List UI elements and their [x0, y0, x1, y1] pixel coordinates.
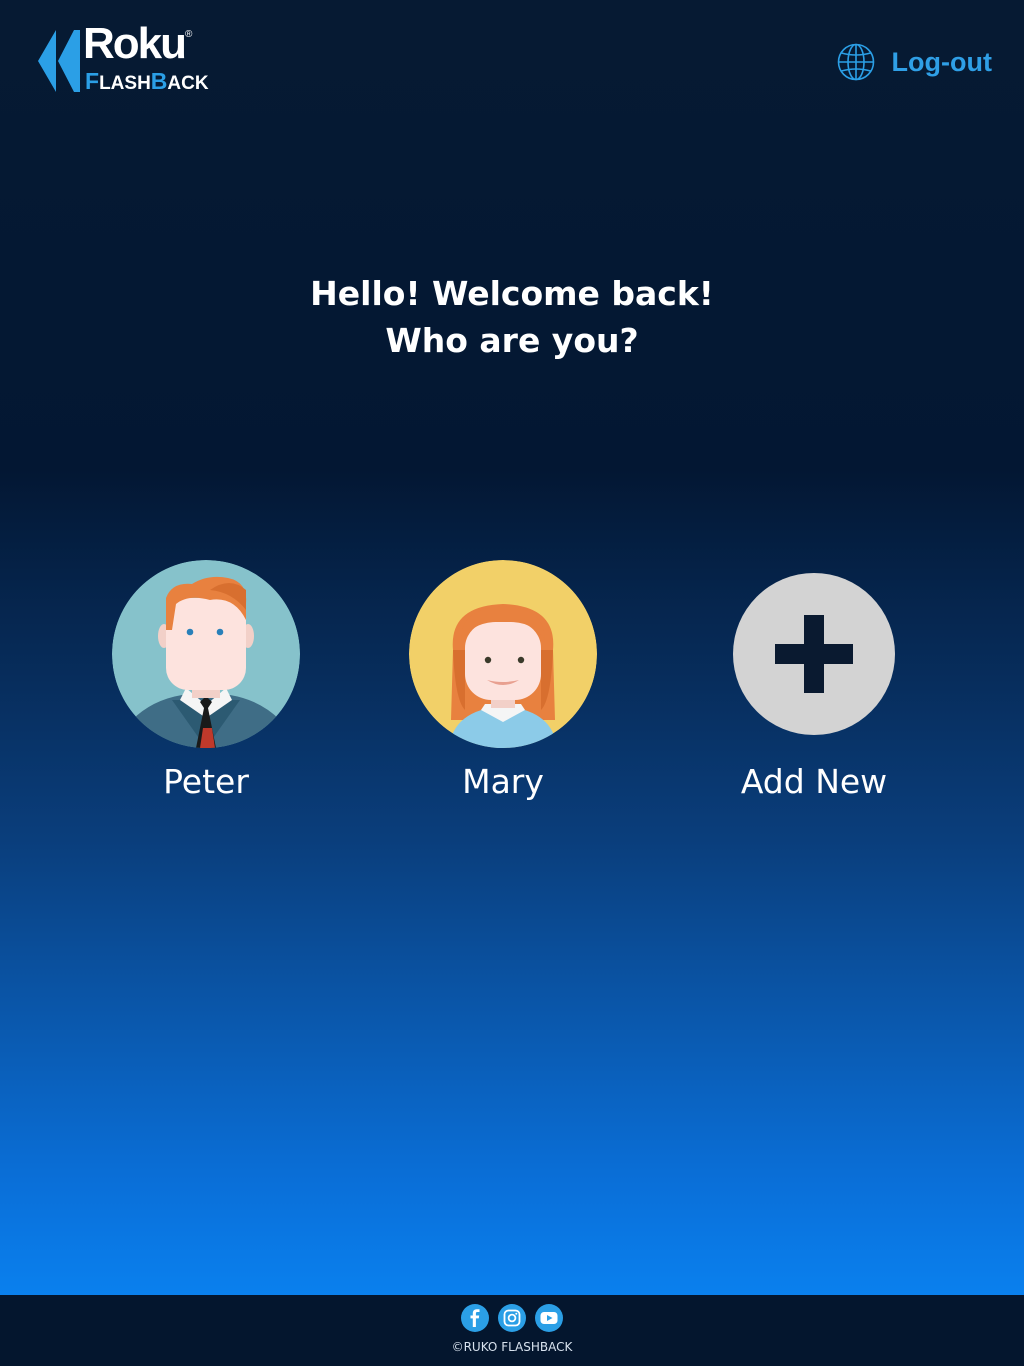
- copyright-text: ©RUKO FLASHBACK: [451, 1340, 573, 1354]
- facebook-icon[interactable]: [461, 1304, 489, 1332]
- profile-name: Mary: [462, 762, 544, 801]
- welcome-line-1: Hello! Welcome back!: [310, 274, 714, 313]
- logo-flashback-text: FLASHBACK: [85, 68, 209, 94]
- globe-icon: [837, 43, 874, 81]
- logout-button[interactable]: Log-out: [836, 42, 992, 82]
- rewind-chevron-icon: [38, 30, 80, 92]
- logo-roku-text: Roku®: [83, 19, 193, 68]
- profile-name: Peter: [163, 762, 249, 801]
- profile-mary[interactable]: Mary: [383, 560, 623, 801]
- add-new-profile-button[interactable]: Add New: [694, 560, 934, 801]
- welcome-heading: Hello! Welcome back! Who are you?: [0, 270, 1024, 364]
- youtube-icon[interactable]: [535, 1304, 563, 1332]
- social-links: [0, 1304, 1024, 1332]
- profile-select-screen: Roku® FLASHBACK Log-out Hello! Welcome b…: [0, 0, 1024, 1366]
- profile-name: Add New: [740, 762, 888, 801]
- peter-avatar: [112, 560, 300, 748]
- welcome-line-2: Who are you?: [385, 321, 639, 360]
- footer: ©RUKO FLASHBACK: [0, 1295, 1024, 1366]
- instagram-icon[interactable]: [498, 1304, 526, 1332]
- roku-flashback-logo: Roku® FLASHBACK: [38, 22, 218, 94]
- profile-peter[interactable]: Peter: [86, 560, 326, 801]
- mary-avatar: [409, 560, 597, 748]
- plus-icon: [733, 573, 895, 735]
- logout-label: Log-out: [891, 46, 992, 77]
